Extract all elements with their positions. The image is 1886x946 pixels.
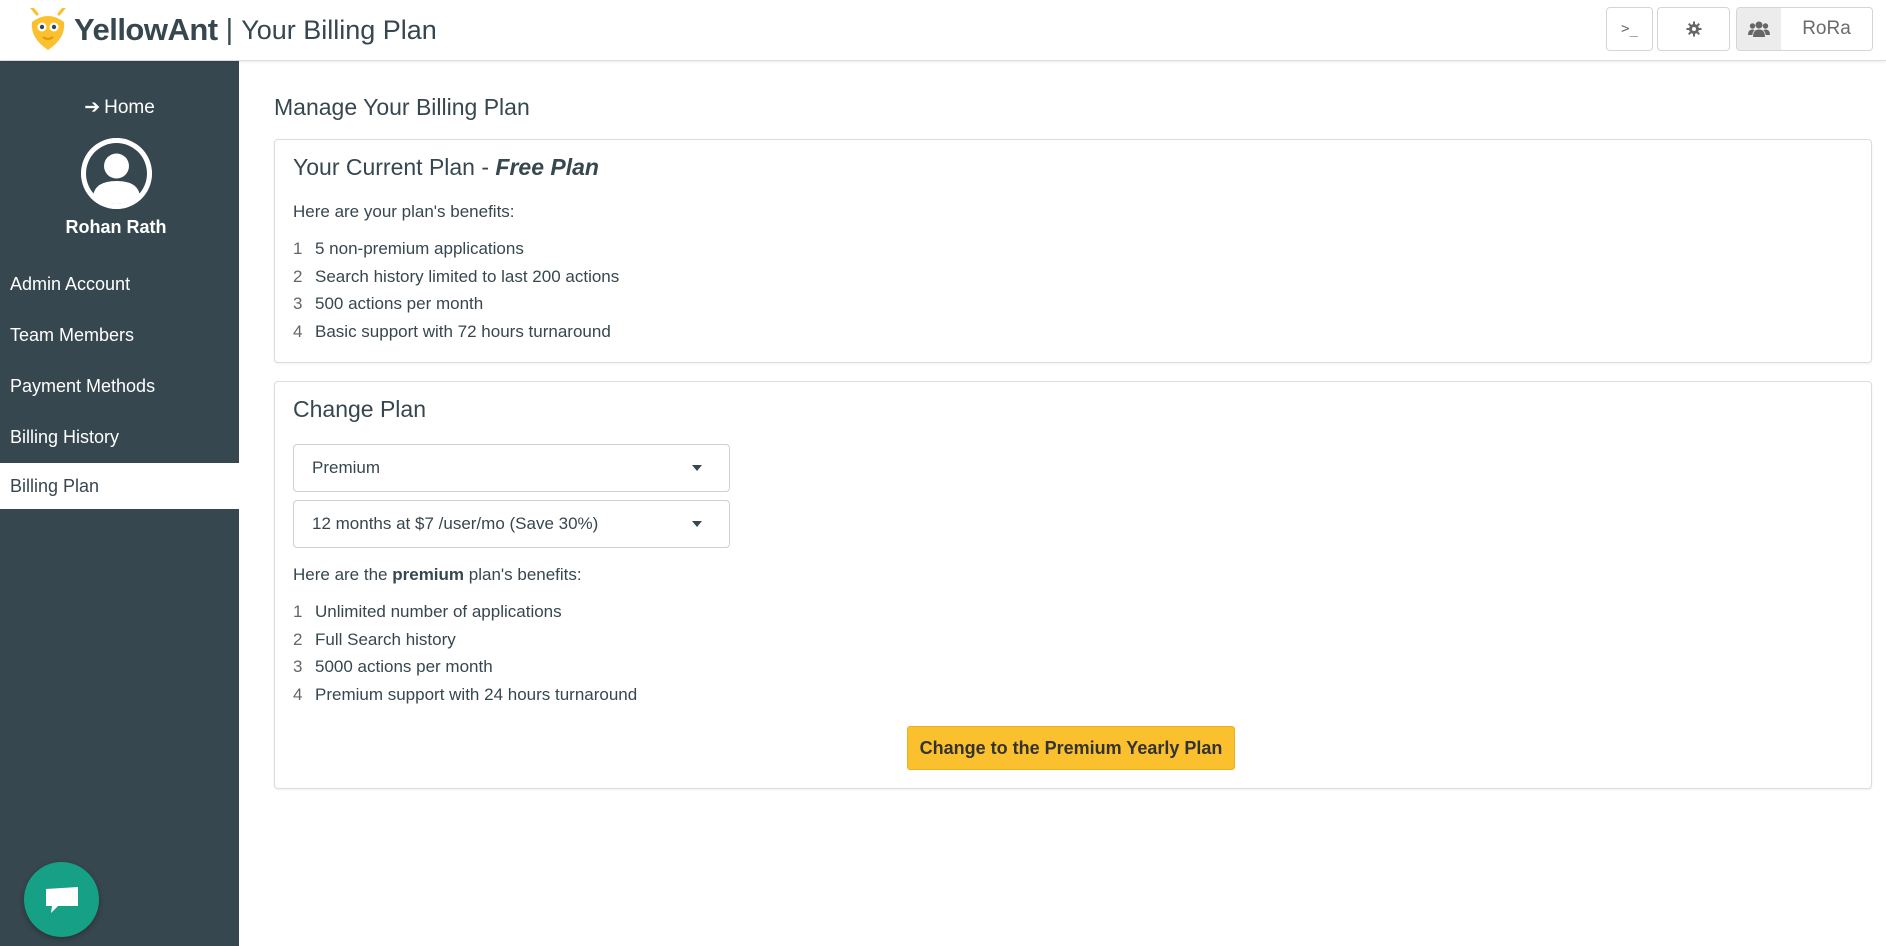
sidebar-item-billing-plan[interactable]: Billing Plan [0, 463, 239, 509]
premium-intro-suffix: plan's benefits: [464, 565, 582, 584]
team-user-button[interactable]: RoRa [1736, 7, 1873, 51]
sidebar-item-payment-methods[interactable]: Payment Methods [0, 361, 239, 412]
arrow-left-icon: ➔ [84, 97, 101, 118]
plan-type-value: Premium [312, 458, 381, 477]
user-short-name: RoRa [1802, 18, 1851, 39]
list-item-text: Unlimited number of applications [315, 602, 562, 621]
list-item-text: Search history limited to last 200 actio… [315, 266, 620, 286]
list-item-number: 3 [293, 657, 303, 676]
current-plan-card: Your Current Plan - Free Plan Here are y… [274, 139, 1872, 363]
caret-down-icon [692, 465, 702, 471]
yellowant-logo-icon[interactable] [28, 8, 68, 52]
list-item-text: Premium support with 24 hours turnaround [315, 684, 638, 704]
terminal-button[interactable]: >_ [1606, 7, 1653, 51]
list-item-text: 5 non-premium applications [315, 239, 524, 258]
sidebar: ➔ Home Rohan Rath Admin Account Team Memb… [0, 61, 239, 946]
chat-bubble-icon [45, 886, 78, 913]
list-item-number: 2 [293, 629, 303, 649]
premium-plan-benefits: 1 Unlimited number of applications 2 Full … [293, 598, 637, 708]
change-plan-title: Change Plan [293, 396, 426, 422]
brand-name[interactable]: YellowAnt [74, 12, 218, 48]
list-item-number: 1 [293, 602, 303, 621]
list-item-text: 5000 actions per month [315, 657, 493, 676]
list-item-text: Full Search history [315, 629, 456, 649]
plan-type-select[interactable]: Premium [293, 444, 730, 492]
change-plan-card: Change Plan Premium 12 months at $7 /use… [274, 381, 1872, 789]
current-plan-title-prefix: Your Current Plan - [293, 154, 496, 180]
list-item: 3 5000 actions per month [293, 653, 637, 681]
list-item: 1 5 non-premium applications [293, 235, 619, 263]
list-item-number: 1 [293, 239, 303, 258]
billing-period-select[interactable]: 12 months at $7 /user/mo (Save 30%) [293, 500, 730, 548]
premium-intro-bold: premium [392, 565, 465, 584]
list-item: 2 Full Search history [293, 626, 637, 654]
brand: YellowAnt | Your Billing Plan [28, 8, 437, 52]
billing-period-value: 12 months at $7 /user/mo (Save 30%) [312, 514, 599, 533]
current-plan-benefits: 1 5 non-premium applications 2 Search hist… [293, 235, 619, 345]
page-title: Manage Your Billing Plan [274, 94, 530, 120]
caret-down-icon [692, 521, 702, 527]
list-item: 4 Basic support with 72 hours turnaround [293, 318, 619, 346]
top-header: YellowAnt | Your Billing Plan >_ RoRa [0, 0, 1886, 61]
users-icon [1748, 21, 1770, 37]
list-item: 1 Unlimited number of applications [293, 598, 637, 626]
sidebar-item-admin-account[interactable]: Admin Account [0, 259, 239, 310]
list-item-number: 4 [293, 321, 303, 341]
premium-intro-prefix: Here are the [293, 565, 393, 584]
home-label: Home [104, 97, 155, 118]
list-item: 3 500 actions per month [293, 290, 619, 318]
current-plan-title: Your Current Plan - Free Plan [293, 154, 599, 181]
main-content: Manage Your Billing Plan Your Current Pl… [239, 61, 1886, 946]
list-item-number: 3 [293, 294, 303, 313]
page-header-title: Your Billing Plan [241, 14, 437, 45]
settings-button[interactable] [1657, 7, 1730, 51]
home-link[interactable]: ➔ Home [0, 96, 239, 119]
premium-plan-intro: Here are the premium plan's benefits: [293, 565, 582, 585]
change-plan-button[interactable]: Change to the Premium Yearly Plan [907, 726, 1235, 770]
terminal-icon: >_ [1621, 21, 1638, 37]
list-item-number: 2 [293, 266, 303, 286]
sidebar-nav: Admin Account Team Members Payment Metho… [0, 259, 239, 509]
list-item: 2 Search history limited to last 200 acti… [293, 263, 619, 291]
chat-launcher-button[interactable] [24, 862, 99, 937]
brand-separator: | [225, 13, 234, 46]
users-icon-wrap [1737, 8, 1781, 50]
sidebar-item-team-members[interactable]: Team Members [0, 310, 239, 361]
list-item: 4 Premium support with 24 hours turnaroun… [293, 681, 637, 709]
gear-icon [1686, 21, 1701, 37]
user-display-name: Rohan Rath [65, 217, 167, 237]
user-avatar-icon [81, 138, 152, 209]
current-plan-intro: Here are your plan's benefits: [293, 202, 515, 221]
current-plan-name: Free Plan [495, 154, 599, 180]
list-item-text: 500 actions per month [315, 294, 484, 313]
list-item-text: Basic support with 72 hours turnaround [315, 321, 611, 341]
sidebar-item-billing-history[interactable]: Billing History [0, 412, 239, 463]
list-item-number: 4 [293, 684, 303, 704]
